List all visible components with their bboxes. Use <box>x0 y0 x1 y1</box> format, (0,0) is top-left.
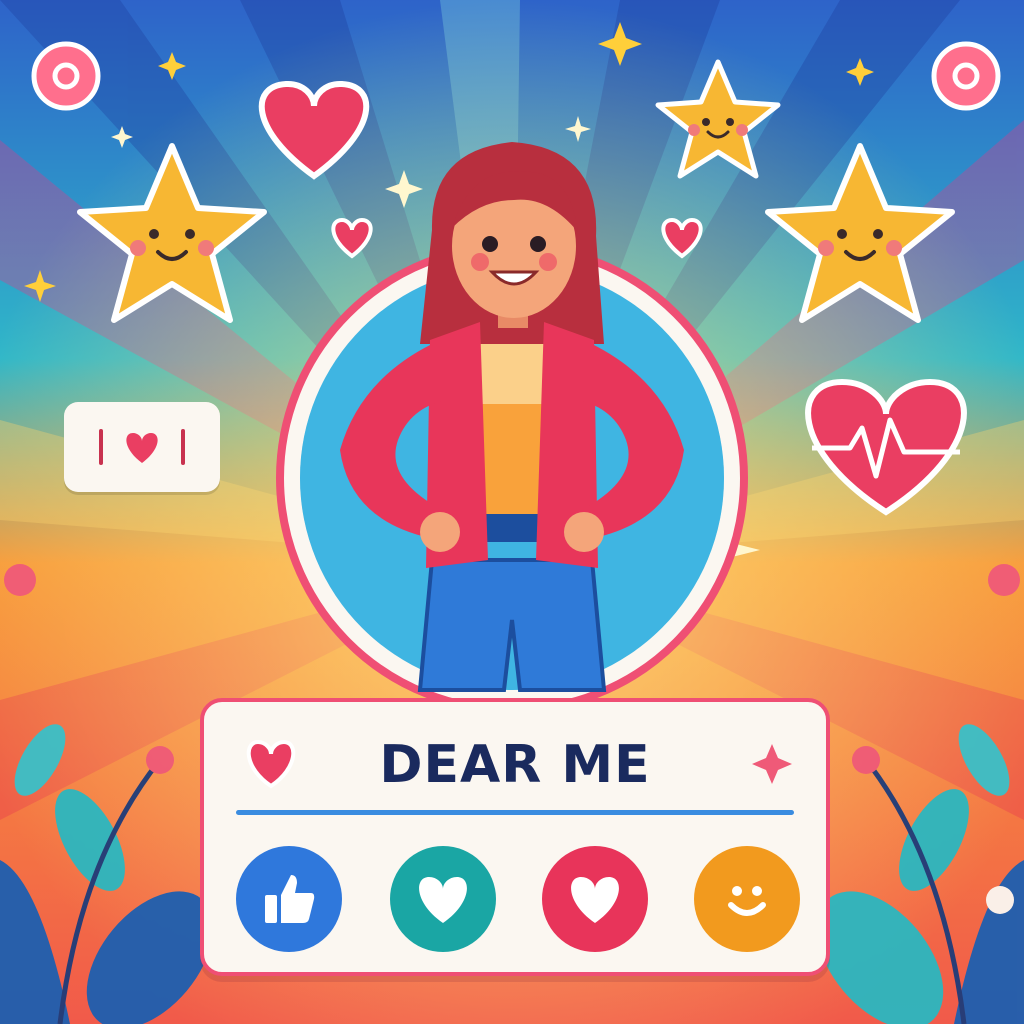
badge-bar-right <box>181 429 185 465</box>
flower-badge-right-icon <box>931 41 1001 111</box>
flower-badge-left-icon <box>31 41 101 111</box>
heart-icon <box>419 877 467 923</box>
heart-icon <box>126 433 158 463</box>
love-badge <box>64 402 220 492</box>
title-divider <box>236 810 794 815</box>
care-button[interactable] <box>542 846 648 952</box>
thumbs-up-icon <box>265 875 315 923</box>
heart-icon <box>571 877 619 923</box>
happy-button[interactable] <box>694 846 800 952</box>
card-title: DEAR ME <box>379 735 651 795</box>
smile-icon <box>728 886 766 916</box>
love-button[interactable] <box>390 846 496 952</box>
dear-me-card: DEAR ME <box>200 698 830 976</box>
like-button[interactable] <box>236 846 342 952</box>
badge-bar-left <box>99 429 103 465</box>
